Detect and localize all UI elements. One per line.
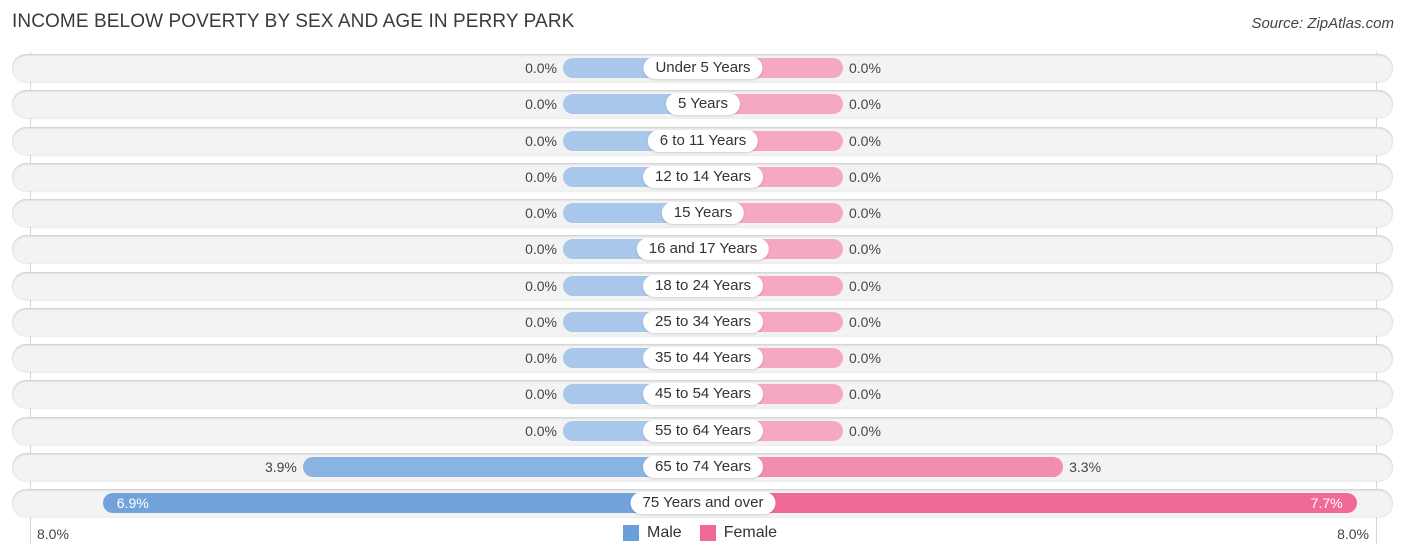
value-label-male: 0.0%: [525, 168, 557, 185]
legend-label-female: Female: [723, 524, 778, 541]
chart-title: INCOME BELOW POVERTY BY SEX AND AGE IN P…: [12, 11, 575, 32]
value-label-male: 0.0%: [525, 350, 557, 366]
value-label-female: 0.0%: [849, 60, 881, 76]
category-label: 16 and 17 Years: [636, 238, 770, 261]
source-credit: Source: ZipAtlas.com: [1251, 15, 1394, 32]
legend: Male Female: [623, 524, 795, 542]
bar-male: [102, 493, 703, 513]
category-label: 45 to 54 Years: [643, 383, 763, 406]
bar-female: [703, 493, 1357, 513]
value-label-male: 6.9%: [116, 495, 149, 511]
category-label: 35 to 44 Years: [643, 347, 763, 369]
value-label-female: 0.0%: [849, 96, 881, 113]
category-label: 5 Years: [665, 93, 741, 116]
legend-item-male: Male: [623, 524, 682, 542]
value-label-female: 7.7%: [1310, 495, 1343, 511]
category-label: 65 to 74 Years: [643, 455, 763, 478]
value-label-female: 0.0%: [849, 132, 881, 149]
value-label-male: 0.0%: [525, 132, 557, 149]
axis-label-right: 8.0%: [1337, 526, 1369, 542]
axis-label-left: 8.0%: [37, 526, 69, 542]
value-label-female: 0.0%: [849, 277, 881, 294]
value-label-male: 0.0%: [525, 241, 557, 258]
value-label-female: 0.0%: [849, 422, 881, 439]
category-label: 6 to 11 Years: [647, 129, 759, 152]
category-label: Under 5 Years: [643, 57, 763, 79]
value-label-male: 0.0%: [525, 205, 557, 221]
category-label: 25 to 34 Years: [643, 310, 763, 333]
category-label: 75 Years and over: [630, 492, 776, 514]
value-label-male: 0.0%: [525, 96, 557, 113]
value-label-female: 0.0%: [849, 205, 881, 221]
value-label-female: 0.0%: [849, 350, 881, 366]
legend-label-male: Male: [647, 524, 682, 541]
legend-swatch-male: [623, 525, 639, 541]
legend-swatch-female: [699, 525, 716, 541]
category-label: 15 Years: [661, 202, 745, 224]
legend-item-female: Female: [699, 524, 778, 542]
value-label-male: 0.0%: [525, 422, 557, 439]
category-label: 12 to 14 Years: [643, 165, 763, 188]
value-label-female: 3.3%: [1069, 458, 1102, 475]
value-label-female: 0.0%: [849, 313, 881, 330]
category-label: 18 to 24 Years: [643, 274, 763, 297]
value-label-male: 3.9%: [264, 458, 297, 475]
value-label-male: 0.0%: [525, 60, 557, 76]
value-label-female: 0.0%: [849, 168, 881, 185]
value-label-male: 0.0%: [525, 313, 557, 330]
value-label-female: 0.0%: [849, 241, 881, 258]
value-label-male: 0.0%: [525, 386, 557, 403]
category-label: 55 to 64 Years: [643, 419, 763, 442]
value-label-male: 0.0%: [525, 277, 557, 294]
value-label-female: 0.0%: [849, 386, 881, 403]
